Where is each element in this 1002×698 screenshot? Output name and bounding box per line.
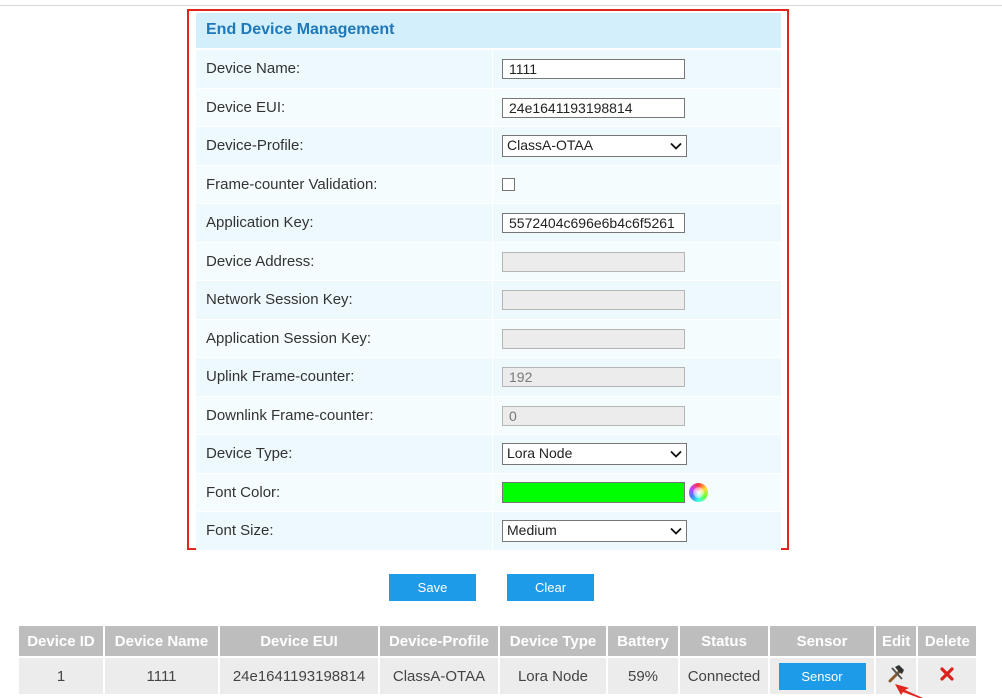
- table-header-row: Device ID Device Name Device EUI Device-…: [17, 624, 979, 658]
- column-divider: [492, 281, 493, 319]
- column-divider: [492, 88, 493, 126]
- col-device-type[interactable]: Device Type: [498, 624, 608, 658]
- column-divider: [492, 435, 493, 473]
- device-table: Device ID Device Name Device EUI Device-…: [17, 624, 979, 696]
- chevron-down-icon: [670, 527, 682, 535]
- device-address-input[interactable]: [502, 251, 685, 272]
- row-device-type: Device Type: Lora Node: [196, 435, 781, 474]
- column-divider: [492, 165, 493, 203]
- device-address-label: Device Address:: [206, 252, 315, 270]
- top-divider: [0, 5, 1002, 6]
- save-button[interactable]: Save: [389, 574, 476, 601]
- device-profile-value: ClassA-OTAA: [507, 137, 594, 153]
- cell-device-type: Lora Node: [498, 656, 608, 696]
- row-device-eui: Device EUI: 24e1641193198814: [196, 88, 781, 127]
- column-divider: [492, 358, 493, 396]
- application-session-key-input[interactable]: [502, 328, 685, 349]
- row-device-address: Device Address:: [196, 242, 781, 281]
- hammer-icon[interactable]: [886, 664, 906, 684]
- downlink-frame-counter-label: Downlink Frame-counter:: [206, 406, 374, 424]
- col-device-name[interactable]: Device Name: [103, 624, 220, 658]
- font-color-swatch[interactable]: [502, 481, 685, 503]
- device-eui-input[interactable]: 24e1641193198814: [502, 97, 685, 118]
- cell-sensor: Sensor: [768, 656, 876, 696]
- col-sensor[interactable]: Sensor: [768, 624, 876, 658]
- column-divider: [492, 127, 493, 165]
- device-type-value: Lora Node: [507, 445, 573, 461]
- panel-title: End Device Management: [196, 13, 781, 50]
- column-divider: [492, 473, 493, 511]
- application-key-input[interactable]: 5572404c696e6b4c6f5261: [502, 213, 685, 233]
- network-session-key-label: Network Session Key:: [206, 291, 353, 308]
- col-edit[interactable]: Edit: [873, 624, 919, 658]
- row-frame-counter-validation: Frame-counter Validation:: [196, 165, 781, 204]
- font-color-label: Font Color:: [206, 483, 281, 501]
- column-divider: [492, 512, 493, 550]
- table-row: 1 1111 24e1641193198814 ClassA-OTAA Lora…: [17, 656, 979, 696]
- downlink-frame-counter-input[interactable]: 0: [502, 405, 685, 426]
- column-divider: [492, 204, 493, 242]
- network-session-key-input[interactable]: [502, 290, 685, 310]
- device-name-label: Device Name:: [206, 60, 301, 77]
- col-device-profile[interactable]: Device-Profile: [378, 624, 500, 658]
- device-profile-label: Device-Profile:: [206, 137, 304, 154]
- color-wheel-icon[interactable]: [689, 482, 708, 502]
- cell-device-profile: ClassA-OTAA: [378, 656, 500, 696]
- col-delete[interactable]: Delete: [916, 624, 979, 658]
- font-size-label: Font Size:: [206, 522, 274, 539]
- col-battery[interactable]: Battery: [606, 624, 680, 658]
- column-divider: [492, 396, 493, 434]
- chevron-down-icon: [670, 142, 682, 150]
- row-uplink-frame-counter: Uplink Frame-counter: 192: [196, 358, 781, 397]
- cell-status: Connected: [678, 656, 770, 696]
- chevron-down-icon: [670, 450, 682, 458]
- row-device-name: Device Name: 1111: [196, 50, 781, 89]
- device-type-select[interactable]: Lora Node: [502, 443, 687, 465]
- row-font-size: Font Size: Medium: [196, 512, 781, 551]
- cell-device-eui: 24e1641193198814: [218, 656, 380, 696]
- cell-battery: 59%: [606, 656, 680, 696]
- column-divider: [492, 242, 493, 280]
- row-network-session-key: Network Session Key:: [196, 281, 781, 320]
- device-type-label: Device Type:: [206, 445, 293, 462]
- font-size-select[interactable]: Medium: [502, 520, 687, 542]
- row-application-session-key: Application Session Key:: [196, 319, 781, 358]
- row-font-color: Font Color:: [196, 473, 781, 512]
- cell-device-id: 1: [17, 656, 105, 696]
- device-profile-select[interactable]: ClassA-OTAA: [502, 135, 687, 157]
- row-downlink-frame-counter: Downlink Frame-counter: 0: [196, 396, 781, 435]
- col-status[interactable]: Status: [678, 624, 770, 658]
- uplink-frame-counter-label: Uplink Frame-counter:: [206, 368, 355, 385]
- frame-counter-validation-checkbox[interactable]: [502, 177, 515, 191]
- font-size-value: Medium: [507, 522, 557, 538]
- cell-delete: [916, 656, 979, 696]
- clear-button[interactable]: Clear: [507, 574, 594, 601]
- device-eui-label: Device EUI:: [206, 98, 286, 116]
- col-device-eui[interactable]: Device EUI: [218, 624, 380, 658]
- delete-x-icon[interactable]: [939, 666, 955, 682]
- row-application-key: Application Key: 5572404c696e6b4c6f5261: [196, 204, 781, 243]
- column-divider: [492, 50, 493, 88]
- end-device-management-panel: End Device Management Device Name: 1111 …: [187, 9, 789, 551]
- application-session-key-label: Application Session Key:: [206, 329, 372, 347]
- column-divider: [492, 319, 493, 357]
- row-device-profile: Device-Profile: ClassA-OTAA: [196, 127, 781, 166]
- cell-device-name: 1111: [103, 656, 220, 696]
- device-name-input[interactable]: 1111: [502, 59, 685, 79]
- uplink-frame-counter-input[interactable]: 192: [502, 367, 685, 387]
- application-key-label: Application Key:: [206, 214, 314, 231]
- col-device-id[interactable]: Device ID: [17, 624, 105, 658]
- frame-counter-validation-label: Frame-counter Validation:: [206, 175, 378, 193]
- sensor-button[interactable]: Sensor: [778, 662, 866, 690]
